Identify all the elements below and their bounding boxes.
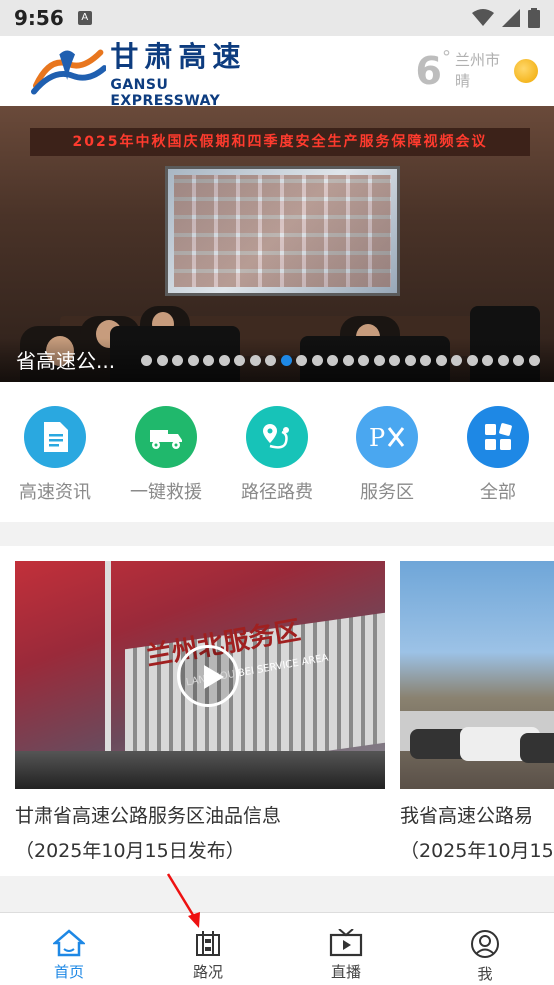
tab-home[interactable]: 首页 [0, 913, 138, 985]
carousel-dot[interactable] [280, 355, 292, 366]
carousel-dot[interactable] [156, 355, 168, 366]
notification-badge-icon: A [77, 11, 92, 25]
annotation-arrow-icon [166, 873, 200, 928]
video-list[interactable]: 兰州北服务区 LANZHOU BEI SERVICE AREA 甘肃省高速公路服… [0, 546, 554, 876]
tab-label: 路况 [192, 963, 223, 981]
grid-icon [467, 406, 529, 468]
play-icon[interactable] [177, 645, 239, 707]
carousel-dot[interactable] [203, 355, 214, 366]
carousel-dot[interactable] [218, 355, 230, 366]
video-card[interactable]: 我省高速公路易 （2025年10月15 [400, 561, 554, 863]
quick-links: 高速资讯 一键救援 路径路费 P 服务区 全部 [0, 382, 554, 522]
quick-link-all[interactable]: 全部 [443, 406, 553, 504]
gansu-expressway-logo: 甘肃高速 GANSU EXPRESSWAY [30, 40, 280, 109]
banner-slide-title: 2025年中秋国庆假期和四季度安全生产服务保障视频会议 [30, 128, 530, 156]
logo-english-name: GANSU EXPRESSWAY [110, 76, 221, 109]
svg-text:P: P [369, 424, 385, 450]
road-icon [196, 931, 220, 956]
carousel-dot[interactable] [513, 355, 524, 366]
quick-link-rescue[interactable]: 一键救援 [111, 406, 221, 504]
carousel-dot[interactable] [358, 355, 369, 366]
video-title[interactable]: 我省高速公路易 [400, 801, 554, 828]
carousel-dot[interactable] [435, 355, 447, 366]
carousel-dot[interactable] [420, 355, 431, 366]
carousel-dot[interactable] [404, 355, 416, 366]
bottom-tab-bar: 首页 路况 直播 我 [0, 912, 554, 984]
px-service-icon: P [356, 406, 418, 468]
tab-profile[interactable]: 我 [416, 913, 554, 985]
route-icon [246, 406, 308, 468]
tab-road-conditions[interactable]: 路况 [139, 913, 277, 985]
carousel-dot[interactable] [265, 355, 276, 366]
document-icon [24, 406, 86, 468]
carousel-dot[interactable] [373, 355, 385, 366]
quick-link-news[interactable]: 高速资讯 [0, 406, 110, 504]
carousel-dot[interactable] [296, 355, 307, 366]
quick-link-label: 服务区 [360, 482, 414, 503]
video-thumbnail[interactable]: 兰州北服务区 LANZHOU BEI SERVICE AREA [15, 561, 385, 789]
video-date: （2025年10月15日发布） [15, 840, 245, 862]
tv-icon [329, 929, 363, 957]
quick-link-service-area[interactable]: P 服务区 [332, 406, 442, 504]
section-divider [0, 876, 554, 912]
video-date: （2025年10月15 [400, 840, 554, 862]
carousel-dot[interactable] [311, 355, 323, 366]
carousel-dot[interactable] [187, 355, 199, 366]
banner-carousel[interactable]: 2025年中秋国庆假期和四季度安全生产服务保障视频会议 省高速公... [0, 106, 554, 382]
carousel-dot[interactable] [342, 355, 354, 366]
degree-symbol: ° [441, 46, 451, 68]
quick-link-label: 一键救援 [130, 482, 202, 503]
weather-condition: 晴 [454, 72, 470, 90]
quick-link-label: 高速资讯 [19, 482, 91, 503]
logo-chinese-name: 甘肃高速 [110, 39, 247, 73]
carousel-dot[interactable] [249, 355, 261, 366]
quick-link-label: 全部 [480, 482, 516, 503]
tab-label: 我 [477, 965, 493, 983]
video-title[interactable]: 甘肃省高速公路服务区油品信息 [15, 801, 385, 828]
app-header: 甘肃高速 GANSU EXPRESSWAY 6 ° 兰州市 晴 [0, 36, 554, 109]
weather-city: 兰州市 [454, 51, 500, 69]
carousel-dot[interactable] [234, 355, 245, 366]
carousel-dot[interactable] [466, 355, 478, 366]
carousel-dot[interactable] [482, 355, 493, 366]
logo-mark-icon [30, 48, 107, 95]
carousel-dot[interactable] [389, 355, 400, 366]
quick-link-label: 路径路费 [241, 482, 313, 503]
banner-video-wall [165, 166, 400, 296]
temperature: 6 [415, 49, 442, 93]
tab-label: 直播 [330, 963, 361, 981]
carousel-indicator[interactable] [141, 355, 540, 366]
tab-label: 首页 [53, 963, 84, 981]
user-icon [471, 930, 499, 958]
sun-icon [514, 59, 538, 83]
status-bar: 9:56 A [0, 0, 554, 36]
video-thumbnail[interactable] [400, 561, 554, 789]
weather-widget[interactable]: 6 ° 兰州市 晴 [416, 46, 538, 96]
battery-icon [528, 8, 540, 28]
carousel-dot[interactable] [327, 355, 338, 366]
section-divider [0, 522, 554, 546]
carousel-dot[interactable] [528, 355, 540, 366]
video-card[interactable]: 兰州北服务区 LANZHOU BEI SERVICE AREA 甘肃省高速公路服… [15, 561, 385, 863]
status-icons [472, 8, 540, 28]
home-icon [53, 929, 85, 957]
banner-caption-bar: 省高速公... [0, 338, 554, 382]
carousel-dot[interactable] [451, 355, 462, 366]
wifi-icon [472, 9, 494, 26]
carousel-dot[interactable] [141, 355, 152, 366]
tab-live[interactable]: 直播 [277, 913, 415, 985]
quick-link-route-toll[interactable]: 路径路费 [222, 406, 332, 504]
carousel-dot[interactable] [172, 355, 183, 366]
status-time: 9:56 [14, 6, 64, 30]
carousel-dot[interactable] [497, 355, 509, 366]
tow-truck-icon [135, 406, 197, 468]
banner-caption: 省高速公... [16, 349, 116, 373]
signal-icon [502, 9, 520, 27]
